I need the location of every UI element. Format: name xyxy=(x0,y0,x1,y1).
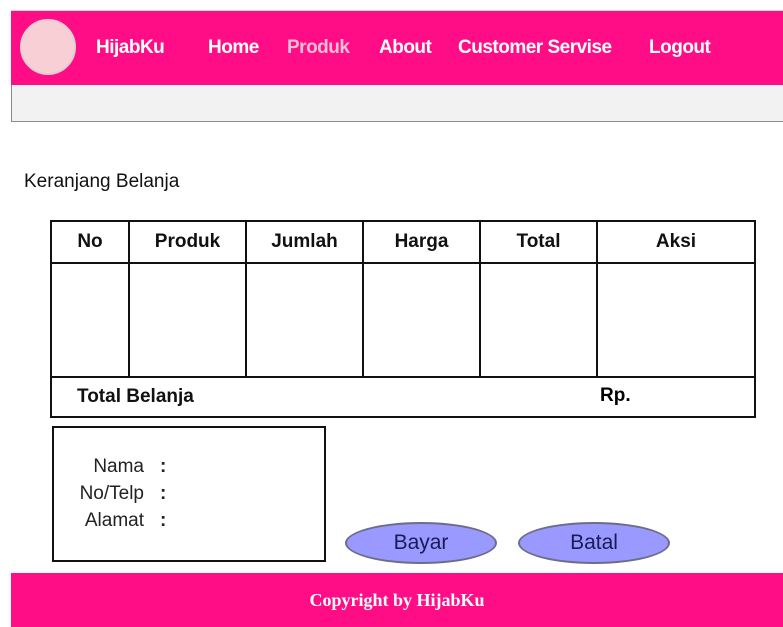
column-header-no: No xyxy=(50,220,130,264)
footer: Copyright by HijabKu xyxy=(11,573,783,627)
cancel-button[interactable]: Batal xyxy=(518,522,670,564)
logo-icon[interactable] xyxy=(20,19,76,75)
field-label-nama: Nama xyxy=(93,456,144,477)
field-label-alamat: Alamat xyxy=(84,510,144,531)
field-colon: : xyxy=(160,510,167,531)
nav-link-produk[interactable]: Produk xyxy=(287,37,350,59)
pay-button[interactable]: Bayar xyxy=(345,522,497,564)
cart-table: No Produk Jumlah Harga Total Aksi Total … xyxy=(50,220,756,418)
page-title: Keranjang Belanja xyxy=(24,171,180,192)
nav-link-about[interactable]: About xyxy=(379,37,432,59)
column-header-harga: Harga xyxy=(362,220,481,264)
total-row: Total Belanja xyxy=(50,376,756,418)
nav-link-home[interactable]: Home xyxy=(208,37,259,59)
table-cell xyxy=(596,262,756,378)
copyright-text: Copyright by HijabKu xyxy=(309,590,485,610)
total-label: Total Belanja xyxy=(77,386,194,407)
table-header-row: No Produk Jumlah Harga Total Aksi xyxy=(50,220,756,264)
customer-info-box: Nama: No/Telp: Alamat: xyxy=(52,426,326,562)
table-cell xyxy=(128,262,247,378)
total-amount: Rp. xyxy=(600,385,631,406)
table-row xyxy=(50,262,756,378)
field-label-telp: No/Telp xyxy=(79,483,144,504)
column-header-total: Total xyxy=(479,220,598,264)
page: HijabKu Home Produk About Customer Servi… xyxy=(0,0,783,627)
field-colon: : xyxy=(160,456,167,477)
field-row-nama: Nama: xyxy=(54,456,166,478)
table-cell xyxy=(245,262,364,378)
column-header-aksi: Aksi xyxy=(596,220,756,264)
column-header-jumlah: Jumlah xyxy=(245,220,364,264)
nav-link-customer-service[interactable]: Customer Servise xyxy=(458,37,612,59)
table-cell xyxy=(362,262,481,378)
field-row-alamat: Alamat: xyxy=(54,510,166,532)
table-cell xyxy=(50,262,130,378)
brand-name[interactable]: HijabKu xyxy=(96,37,165,59)
secondary-bar xyxy=(11,85,783,122)
field-colon: : xyxy=(160,483,167,504)
nav-link-logout[interactable]: Logout xyxy=(649,37,711,59)
top-navbar: HijabKu Home Produk About Customer Servi… xyxy=(11,10,783,85)
total-cell: Total Belanja xyxy=(50,376,756,418)
column-header-produk: Produk xyxy=(128,220,247,264)
field-row-telp: No/Telp: xyxy=(54,483,167,505)
table-cell xyxy=(479,262,598,378)
